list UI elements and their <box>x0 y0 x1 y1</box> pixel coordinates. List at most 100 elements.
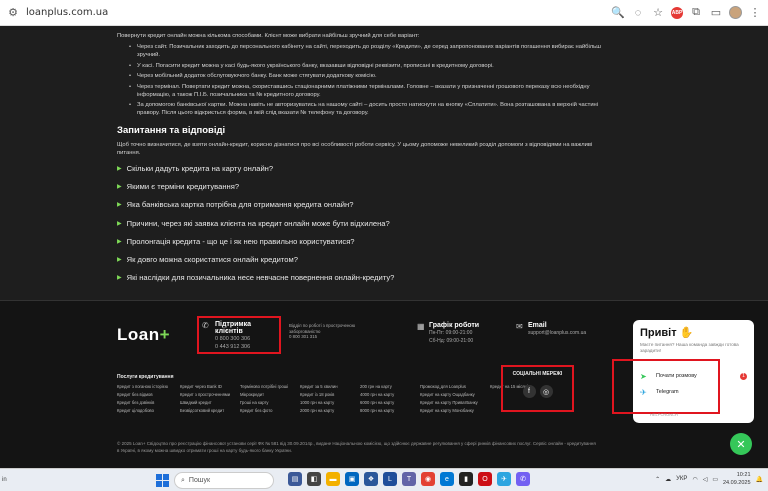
repay-method: За допомогою банківської картки. Можна н… <box>117 101 607 117</box>
email-title: Email <box>528 322 547 329</box>
browser-toolbar: ⚙ loanplus.com.ua 🔍 ◌ ☆ ABP ⧉ ▭ ⋮ <box>0 0 768 26</box>
store-icon[interactable]: ▣ <box>345 472 359 486</box>
service-link[interactable]: Кредит на карту Ощадбанку <box>420 392 490 399</box>
service-link[interactable]: Швидкий кредит <box>180 400 240 407</box>
service-link[interactable]: 200 грн на карту <box>360 384 420 391</box>
chevron-right-icon: ▶ <box>117 166 122 173</box>
faq-item[interactable]: ▶ Як довго можна скористатися онлайн кред… <box>117 251 607 269</box>
service-link[interactable]: Кредит з простроченнями <box>180 392 240 399</box>
faq-intro: Щоб точно визначитися, де взяти онлайн-к… <box>117 142 593 156</box>
language-indicator[interactable]: УКР <box>676 476 687 482</box>
service-link[interactable]: Гроші на карту <box>240 400 300 407</box>
collections-note: Відділ по роботі з простроченою заборгов… <box>289 323 374 340</box>
cloud-icon[interactable]: ☁ <box>665 476 671 483</box>
service-link[interactable]: Кредит цілодобово <box>117 408 180 415</box>
service-link[interactable]: Кредит без фото <box>240 408 300 415</box>
split-view-icon[interactable]: ▭ <box>709 6 723 20</box>
close-icon: ✕ <box>736 438 746 451</box>
widgets-app-icon[interactable]: ▤ <box>288 472 302 486</box>
faq-item[interactable]: ▶ Причини, через які заявка клієнта на кр… <box>117 215 607 233</box>
profile-avatar[interactable] <box>729 6 742 19</box>
article-column: Повернути кредит онлайн можна кількома с… <box>117 32 607 287</box>
schedule-line: Пн-Пт: 09:00-21:00 <box>429 330 473 336</box>
service-link[interactable]: Мікрокредит <box>240 392 300 399</box>
dropbox-icon[interactable]: ❖ <box>364 472 378 486</box>
service-link[interactable]: 2000 грн на карту <box>300 408 360 415</box>
menu-icon[interactable]: ⋮ <box>748 6 762 20</box>
service-link[interactable]: Кредит на карту ПриватБанку <box>420 400 490 407</box>
hide-icon[interactable]: ◌ <box>631 6 645 20</box>
task-view-icon[interactable]: ◧ <box>307 472 321 486</box>
file-explorer-icon[interactable]: ▬ <box>326 472 340 486</box>
edge-icon[interactable]: e <box>440 472 454 486</box>
notification-icon[interactable]: 🔔 <box>756 476 763 483</box>
service-link[interactable]: Безвідсотковий кредит <box>180 408 240 415</box>
social-title: СОЦІАЛЬНІ МЕРЕЖІ <box>512 371 563 377</box>
collections-phone[interactable]: 0 800 301 315 <box>289 334 374 340</box>
phone-icon: ✆ <box>202 321 209 330</box>
faq-question: Пролонгація кредита - що це і як нею пра… <box>126 236 355 246</box>
faq-item[interactable]: ▶ Яка банківська картка потрібна для отри… <box>117 196 607 214</box>
chevron-up-icon[interactable]: ⌃ <box>655 476 660 483</box>
chrome-icon[interactable]: ◉ <box>421 472 435 486</box>
start-button[interactable] <box>156 474 169 487</box>
work-schedule: ▦ Графік роботи Пн-Пт: 09:00-21:00 Сб-Нд… <box>417 322 479 345</box>
faq-question: Якими є терміни кредитування? <box>126 182 240 192</box>
service-link[interactable]: Кредит на карту Монобанку <box>420 408 490 415</box>
support-phone-link[interactable]: 0 800 300 306 <box>203 335 275 343</box>
clock-time: 10:21 <box>736 472 751 478</box>
faq-item[interactable]: ▶ Пролонгація кредита - що це і як нею пр… <box>117 233 607 251</box>
extensions-icon[interactable]: ⧉ <box>689 6 703 20</box>
article-content: Повернути кредит онлайн можна кількома с… <box>0 26 768 300</box>
chat-subtitle: Маєте питання? Наша команда завжди готов… <box>640 342 739 353</box>
site-info-icon[interactable]: ⚙ <box>6 6 20 20</box>
service-link[interactable]: Кредит за 5 хвилин <box>300 384 360 391</box>
faq-question: Причини, через які заявка клієнта на кре… <box>126 218 390 228</box>
adblock-extension-icon[interactable]: ABP <box>671 6 683 19</box>
service-link[interactable]: Кредит з поганою історією <box>117 384 180 391</box>
volume-icon[interactable]: ◁ <box>703 476 708 483</box>
service-link[interactable]: Кредит із 18 років <box>300 392 360 399</box>
service-link[interactable]: Промокод для Loanplus <box>420 384 490 391</box>
logo-text: Loan <box>117 325 160 344</box>
zoom-icon[interactable]: 🔍 <box>611 6 625 20</box>
service-link[interactable]: Кредит через Bank ID <box>180 384 240 391</box>
terminal-icon[interactable]: ▮ <box>459 472 473 486</box>
service-link[interactable]: 8000 грн на карту <box>360 408 420 415</box>
logo-plus: + <box>159 325 171 344</box>
service-link[interactable]: Кредит без дзвінків <box>117 400 180 407</box>
support-phone-link[interactable]: 0 443 912 306 <box>203 343 275 351</box>
address-bar[interactable]: loanplus.com.ua <box>26 7 108 18</box>
faq-item[interactable]: ▶ Які наслідки для позичальника несе невч… <box>117 269 607 287</box>
chevron-right-icon: ▶ <box>117 257 122 264</box>
service-link[interactable]: Терміново потрібні гроші <box>240 384 300 391</box>
service-link[interactable]: 6000 грн на карту <box>360 400 420 407</box>
service-link[interactable]: Кредит без відмов <box>117 392 180 399</box>
taskbar-search[interactable]: ⌕ Пошук <box>174 472 274 489</box>
social-icons-row: f ◎ <box>507 385 568 398</box>
telegram-app-icon[interactable]: ✈ <box>497 472 511 486</box>
bookmark-star-icon[interactable]: ☆ <box>651 6 665 20</box>
wave-icon: ✋ <box>679 327 694 339</box>
chat-options-highlight <box>612 359 720 414</box>
faq-item[interactable]: ▶ Скільки дадуть кредита на карту онлайн? <box>117 160 607 178</box>
social-networks: СОЦІАЛЬНІ МЕРЕЖІ f ◎ <box>501 365 574 412</box>
facebook-icon[interactable]: f <box>522 385 536 398</box>
service-link[interactable]: 4000 грн на карту <box>360 392 420 399</box>
email-link[interactable]: support@loanplus.com.ua <box>516 329 586 337</box>
instagram-icon[interactable]: ◎ <box>539 385 553 398</box>
clock-date: 24.09.2025 <box>722 480 751 486</box>
faq-question: Скільки дадуть кредита на карту онлайн? <box>126 164 274 174</box>
faq-item[interactable]: ▶ Якими є терміни кредитування? <box>117 178 607 196</box>
viber-icon[interactable]: ✆ <box>516 472 530 486</box>
faq-question: Яка банківська картка потрібна для отрим… <box>126 200 354 210</box>
opera-icon[interactable]: O <box>478 472 492 486</box>
battery-icon[interactable]: ▭ <box>712 476 718 483</box>
wifi-icon[interactable]: ◠ <box>692 476 697 483</box>
service-link[interactable]: 1000 грн на карту <box>300 400 360 407</box>
teams-icon[interactable]: T <box>402 472 416 486</box>
l-app-icon[interactable]: L <box>383 472 397 486</box>
site-logo[interactable]: Loan+ <box>117 325 170 345</box>
close-chat-button[interactable]: ✕ <box>730 433 752 455</box>
clock[interactable]: 10:21 24.09.2025 <box>723 471 751 487</box>
